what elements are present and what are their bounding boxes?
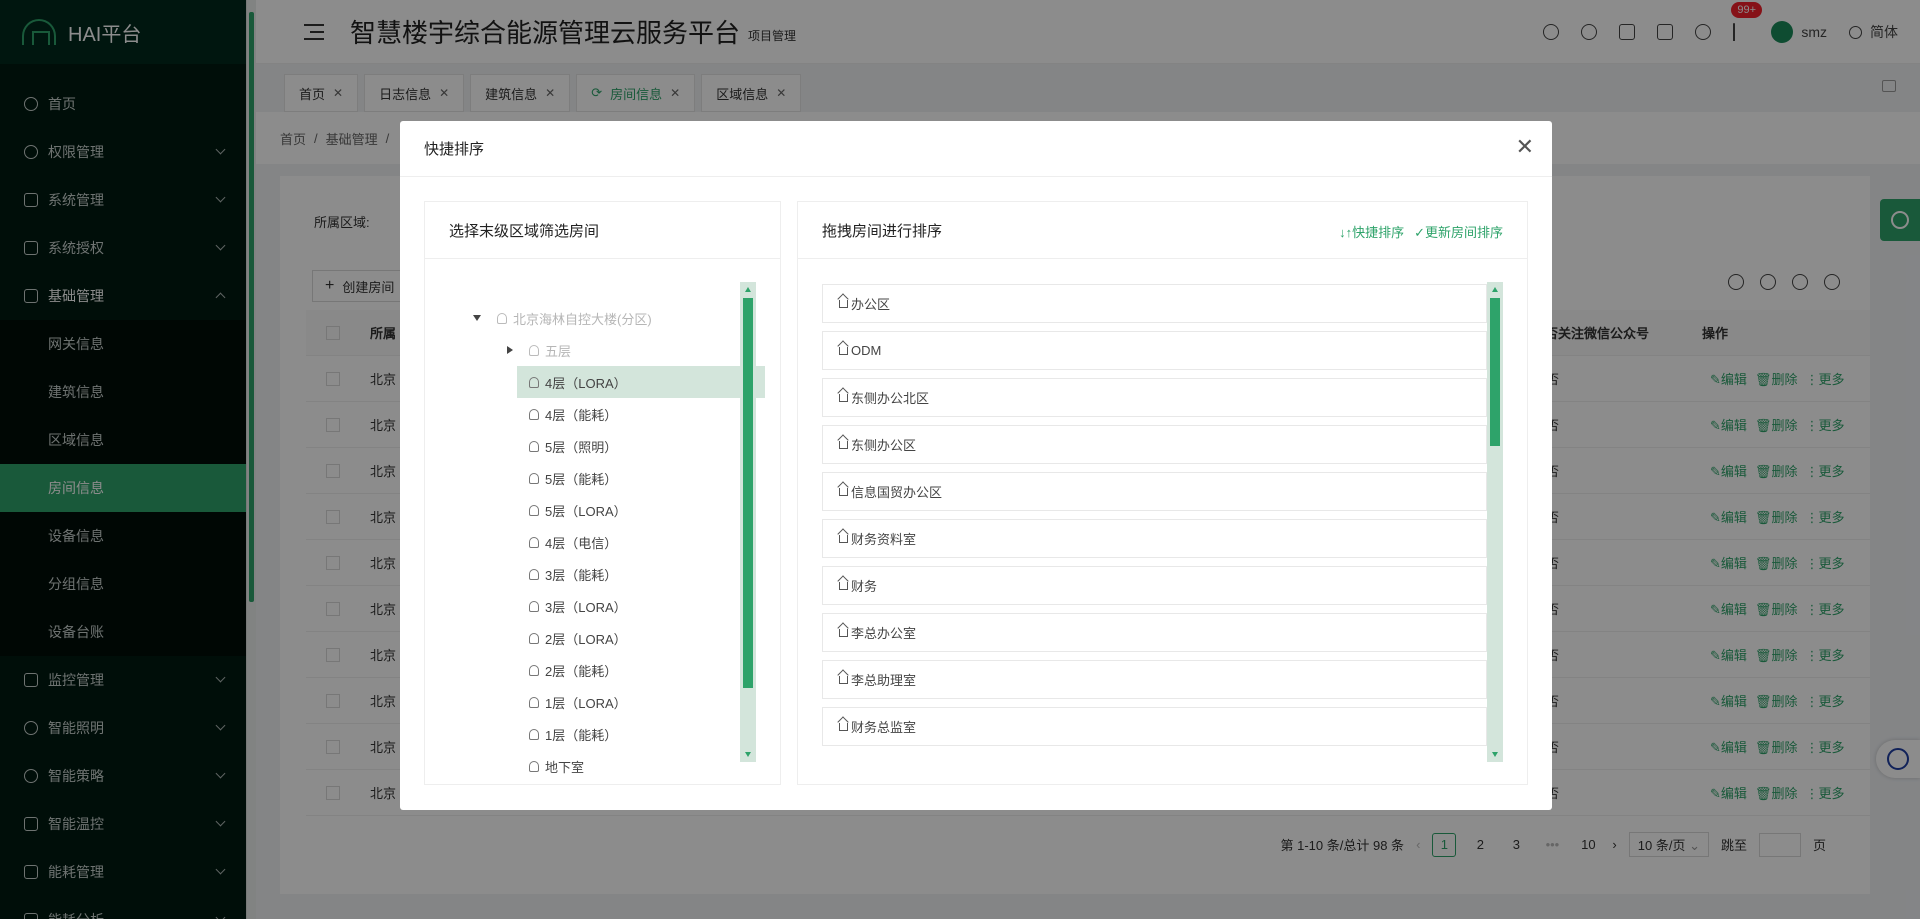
update-sort-label: 更新房间排序 <box>1424 225 1503 240</box>
room-item-label: 东侧办公区 <box>851 438 917 453</box>
home-icon <box>839 346 848 355</box>
area-icon <box>529 600 539 612</box>
room-list: 办公区 ODM 东侧办公北区 东侧办公区信息国贸办公区 财务资料室财务李总办公室李总助理… <box>822 284 1487 754</box>
modal-header: 快捷排序 <box>400 121 1552 177</box>
area-icon <box>529 504 539 516</box>
room-item-label: 财务资料室 <box>851 532 917 547</box>
tree-node-label: 五层 <box>545 343 572 359</box>
area-icon <box>529 536 539 548</box>
home-icon <box>839 393 848 402</box>
tree-node-label: 地下室 <box>545 759 585 775</box>
area-icon <box>529 696 539 708</box>
area-icon <box>529 472 539 484</box>
room-item-label: 李总办公室 <box>851 626 917 641</box>
area-icon <box>529 440 539 452</box>
tree-node-label: 1层（LORA） <box>545 695 627 711</box>
tree-node-label: 2层（能耗） <box>545 663 618 679</box>
tree-node-label: 5层（照明） <box>545 439 618 455</box>
tree-node-label: 1层（能耗） <box>545 727 618 743</box>
quick-sort-modal: 快捷排序 ✕ 选择末级区域筛选房间 北京海林自控大楼(分区) 五层 4层（LORA）… <box>400 121 1552 810</box>
room-item[interactable]: 办公区 <box>822 284 1487 323</box>
room-item[interactable]: 李总办公室 <box>822 613 1487 652</box>
room-item-label: 李总助理室 <box>851 673 917 688</box>
scroll-up-icon[interactable] <box>1492 287 1498 292</box>
home-icon <box>839 440 848 449</box>
scroll-down-icon[interactable] <box>745 752 751 757</box>
room-item[interactable]: 财务 <box>822 566 1487 605</box>
update-sort-button[interactable]: ✓更新房间排序 <box>1414 222 1503 241</box>
area-filter-panel: 选择末级区域筛选房间 北京海林自控大楼(分区) 五层 4层（LORA） 4层（能耗） 5… <box>424 201 781 785</box>
caret-down-icon[interactable] <box>473 315 481 321</box>
close-icon[interactable]: ✕ <box>1516 135 1534 159</box>
room-item-label: 财务 <box>851 579 878 594</box>
room-item-label: 信息国贸办公区 <box>851 485 943 500</box>
area-icon <box>529 728 539 740</box>
room-item[interactable]: 财务总监室 <box>822 707 1487 746</box>
tree-node-label: 北京海林自控大楼(分区) <box>513 311 652 327</box>
tree-node-label: 4层（能耗） <box>545 407 618 423</box>
tree-node-label: 3层（能耗） <box>545 567 618 583</box>
home-icon <box>839 299 848 308</box>
modal-title: 快捷排序 <box>424 141 485 158</box>
room-item[interactable]: 李总助理室 <box>822 660 1487 699</box>
room-item[interactable]: ODM <box>822 331 1487 370</box>
room-item-label: 办公区 <box>851 297 891 312</box>
area-icon <box>529 632 539 644</box>
tree-node-label: 3层（LORA） <box>545 599 627 615</box>
scrollbar-thumb[interactable] <box>1490 298 1500 446</box>
room-item[interactable]: 信息国贸办公区 <box>822 472 1487 511</box>
scrollbar-thumb[interactable] <box>743 298 753 688</box>
area-filter-title: 选择末级区域筛选房间 <box>425 202 780 259</box>
home-icon <box>839 722 848 731</box>
room-item-label: 财务总监室 <box>851 720 917 735</box>
area-icon <box>529 376 539 388</box>
sort-icon: ↓↑ <box>1339 225 1353 240</box>
room-list-scrollbar[interactable] <box>1487 282 1503 762</box>
tree-node[interactable]: 4层（LORA） <box>517 366 765 398</box>
room-sort-panel: 拖拽房间进行排序 ↓↑快捷排序 ✓更新房间排序 办公区 ODM 东侧办公北区 东侧办公… <box>797 201 1528 785</box>
tree-scrollbar[interactable] <box>740 282 756 762</box>
tree-node-label: 5层（LORA） <box>545 503 627 519</box>
room-item[interactable]: 东侧办公北区 <box>822 378 1487 417</box>
home-icon <box>839 628 848 637</box>
caret-right-icon[interactable] <box>507 346 513 354</box>
building-icon <box>497 312 507 324</box>
home-icon <box>839 487 848 496</box>
area-icon <box>529 344 539 356</box>
area-icon <box>529 408 539 420</box>
check-icon: ✓ <box>1414 225 1425 240</box>
area-icon <box>529 664 539 676</box>
scroll-down-icon[interactable] <box>1492 752 1498 757</box>
room-item-label: ODM <box>851 343 882 358</box>
room-item[interactable]: 东侧办公区 <box>822 425 1487 464</box>
tree-node-label: 4层（LORA） <box>545 375 627 391</box>
scroll-up-icon[interactable] <box>745 287 751 292</box>
area-icon <box>529 760 539 772</box>
tree-node-label: 2层（LORA） <box>545 631 627 647</box>
home-icon <box>839 675 848 684</box>
home-icon <box>839 581 848 590</box>
room-item[interactable]: 财务资料室 <box>822 519 1487 558</box>
quick-sort-label: 快捷排序 <box>1352 225 1405 240</box>
home-icon <box>839 534 848 543</box>
sort-actions: ↓↑快捷排序 ✓更新房间排序 <box>1339 222 1503 241</box>
tree-node-label: 4层（电信） <box>545 535 618 551</box>
tree-node-label: 5层（能耗） <box>545 471 618 487</box>
quick-sort-button[interactable]: ↓↑快捷排序 <box>1339 222 1404 241</box>
room-item-label: 东侧办公北区 <box>851 391 930 406</box>
area-icon <box>529 568 539 580</box>
